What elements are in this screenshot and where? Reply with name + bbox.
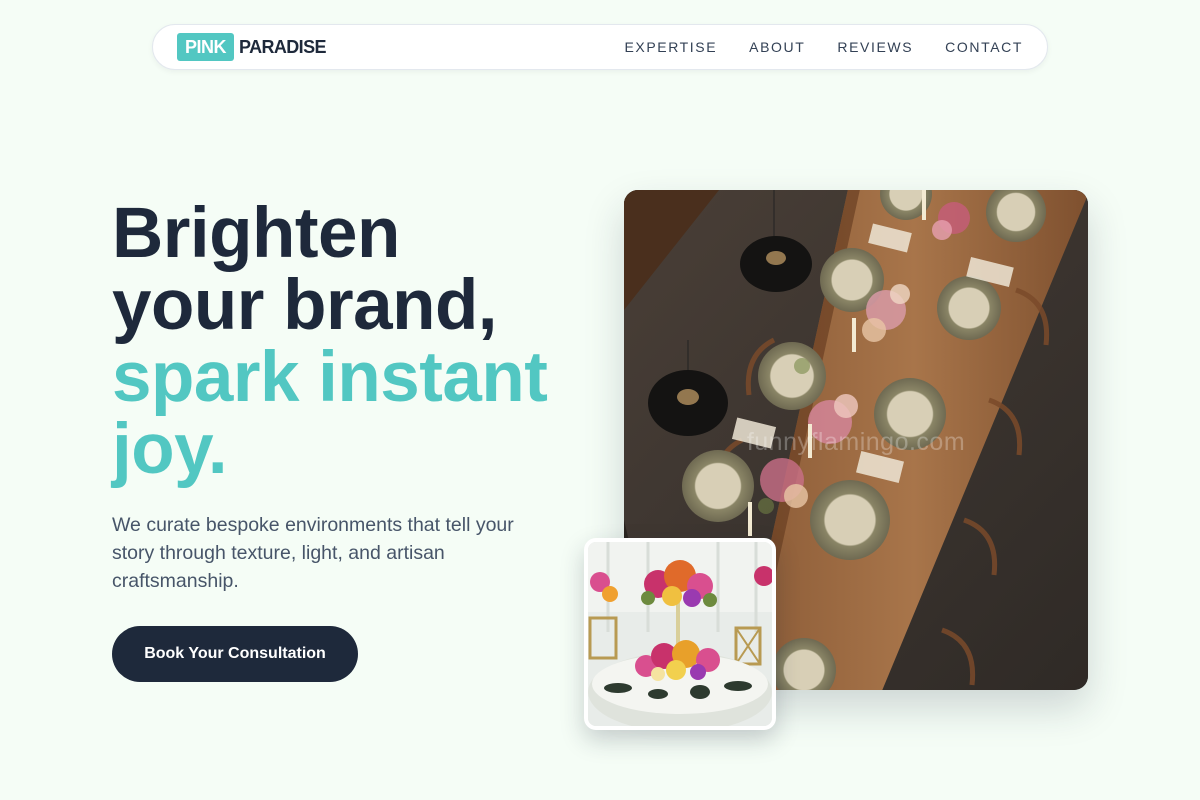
- logo-text: PARADISE: [239, 36, 326, 57]
- hero-subtitle: We curate bespoke environments that tell…: [112, 514, 514, 592]
- nav-links: EXPERTISE ABOUT REVIEWS CONTACT: [592, 25, 1023, 69]
- floral-table-photo: [584, 538, 776, 730]
- headline-accent-line-1: spark instant: [112, 338, 548, 417]
- headline-accent-line-2: joy.: [112, 410, 228, 489]
- hero-headline: Brighten your brand, spark instant joy.: [112, 198, 592, 486]
- image-watermark: funnyflamingo.com: [747, 428, 965, 456]
- book-consultation-button[interactable]: Book Your Consultation: [112, 626, 358, 682]
- nav-link-reviews[interactable]: REVIEWS: [837, 39, 913, 55]
- logo[interactable]: PINK PARADISE: [177, 33, 327, 61]
- headline-line-2: your brand,: [112, 266, 498, 345]
- nav-link-about[interactable]: ABOUT: [749, 39, 805, 55]
- top-nav: PINK PARADISE EXPERTISE ABOUT REVIEWS CO…: [152, 24, 1048, 70]
- floral-table-illustration: [588, 542, 772, 726]
- logo-badge: PINK: [177, 33, 235, 61]
- nav-link-contact[interactable]: CONTACT: [945, 39, 1023, 55]
- headline-line-1: Brighten: [112, 194, 400, 273]
- nav-link-expertise[interactable]: EXPERTISE: [624, 39, 717, 55]
